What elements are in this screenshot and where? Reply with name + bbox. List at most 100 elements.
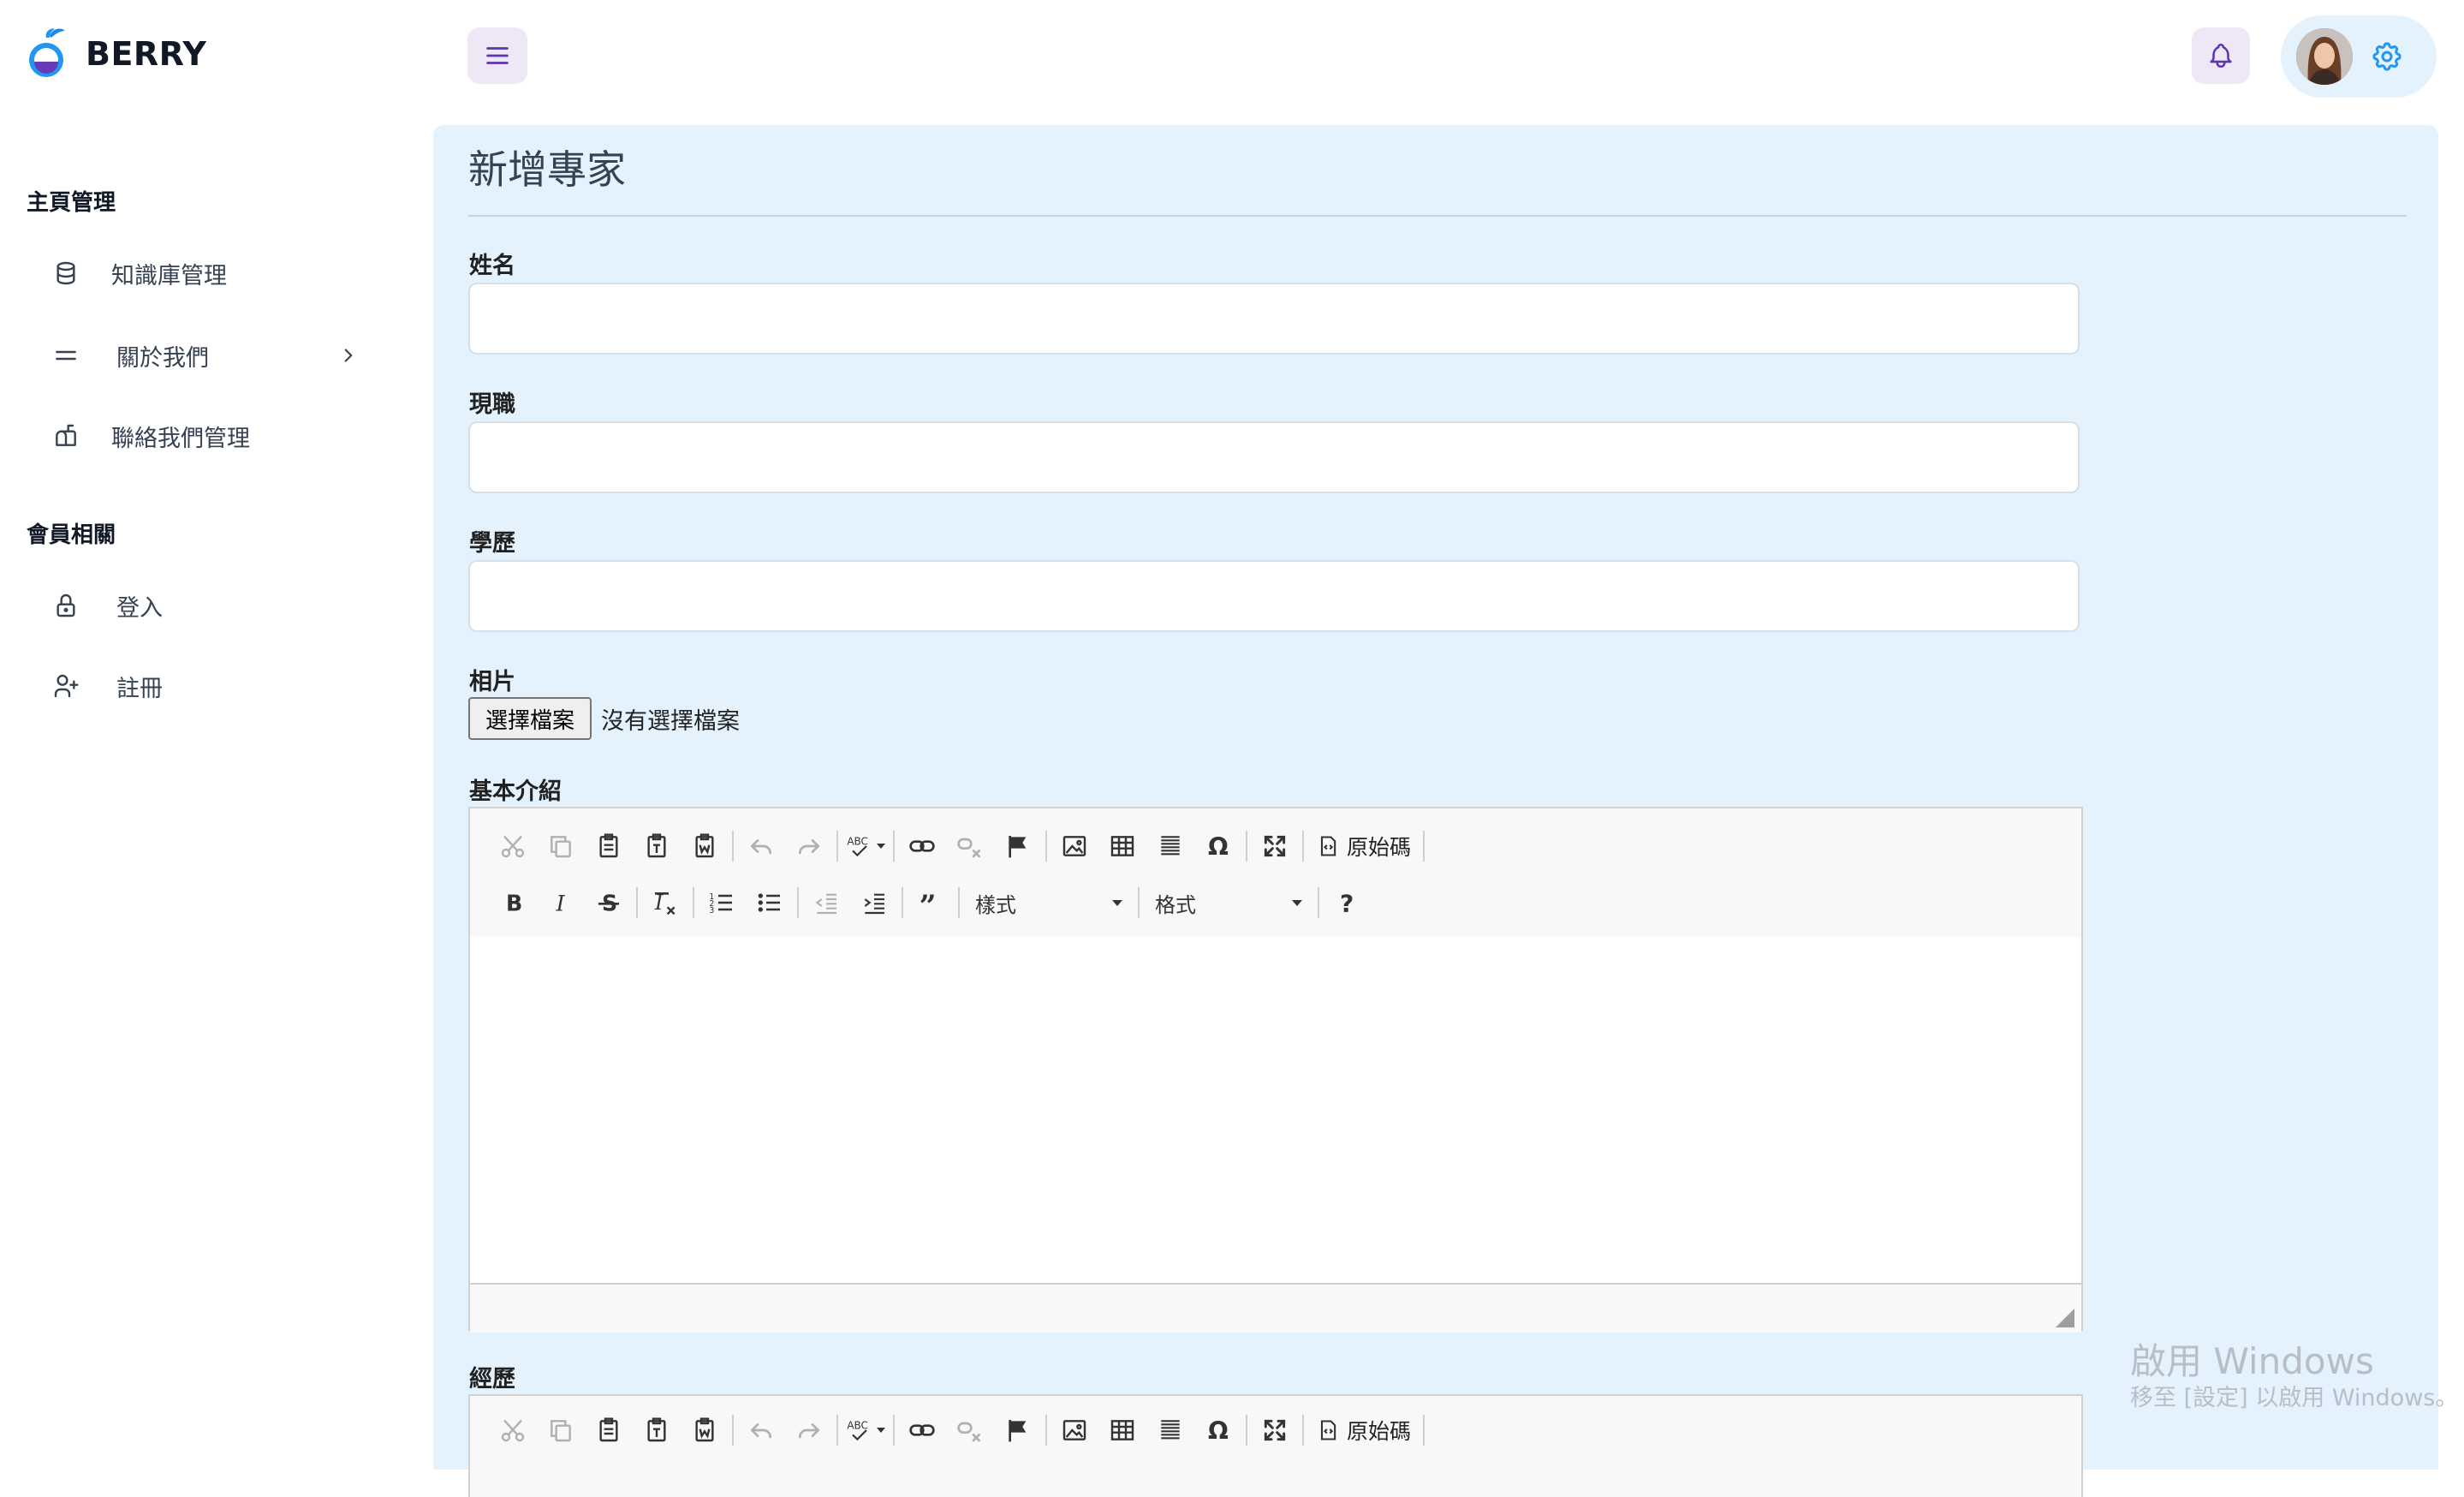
resize-handle-icon[interactable] <box>2056 1309 2074 1327</box>
dropdown-arrow-icon <box>877 844 885 849</box>
sidebar-item-about-us[interactable]: 關於我們 <box>51 325 377 385</box>
name-input[interactable] <box>468 283 2080 355</box>
horizontal-line-icon <box>1161 1420 1180 1440</box>
paste-text-button[interactable] <box>633 1406 681 1454</box>
toolbar-separator <box>1246 831 1247 862</box>
anchor-button[interactable] <box>994 1406 1042 1454</box>
redo-button[interactable] <box>785 822 833 870</box>
flag-icon <box>1009 836 1027 858</box>
page-title: 新增專家 <box>468 146 626 193</box>
unlink-icon <box>957 1422 980 1442</box>
source-button[interactable]: 原始碼 <box>1307 822 1419 870</box>
link-button[interactable] <box>898 822 946 870</box>
special-char-button[interactable]: Ω <box>1194 822 1242 870</box>
svg-text:”: ” <box>920 889 937 916</box>
outdent-icon <box>815 893 836 915</box>
anchor-button[interactable] <box>994 822 1042 870</box>
position-input[interactable] <box>468 421 2080 493</box>
spellcheck-button[interactable]: ABC <box>842 822 890 870</box>
source-button-label: 原始碼 <box>1347 1419 1412 1444</box>
paste-word-button[interactable] <box>681 1406 729 1454</box>
sidebar: BERRY 主頁管理 知識庫管理 關於我們 聯絡我們管理 會員相關 登入 註冊 <box>0 0 433 1470</box>
special-char-button[interactable]: Ω <box>1194 1406 1242 1454</box>
numbered-list-button[interactable]: 123 <box>698 879 746 927</box>
editor-toolbar: ABC Ω 原始碼 B I S I <box>470 808 2081 939</box>
spellcheck-icon: ABC <box>847 1420 868 1441</box>
paste-word-button[interactable] <box>681 822 729 870</box>
help-button[interactable]: ? <box>1323 879 1371 927</box>
copy-icon <box>551 836 571 858</box>
undo-icon <box>751 839 771 855</box>
profile-menu-button[interactable] <box>2281 15 2437 98</box>
sidebar-item-knowledge-base[interactable]: 知識庫管理 <box>51 243 377 303</box>
italic-button[interactable]: I <box>537 879 585 927</box>
image-button[interactable] <box>1050 822 1098 870</box>
image-icon <box>1062 1420 1086 1440</box>
bulleted-list-button[interactable] <box>746 879 794 927</box>
horizontal-line-button[interactable] <box>1146 1406 1194 1454</box>
source-button-label: 原始碼 <box>1347 835 1412 860</box>
table-button[interactable] <box>1098 1406 1146 1454</box>
copy-button[interactable] <box>537 822 585 870</box>
clear-format-icon: I <box>654 891 676 915</box>
sidebar-item-login[interactable]: 登入 <box>51 576 377 635</box>
horizontal-line-button[interactable] <box>1146 822 1194 870</box>
nav-group-home: 主頁管理 <box>27 190 116 216</box>
education-input[interactable] <box>468 560 2080 632</box>
avatar <box>2296 28 2353 85</box>
cut-button[interactable] <box>489 1406 537 1454</box>
format-dropdown[interactable]: 格式 <box>1143 879 1314 927</box>
maximize-button[interactable] <box>1251 1406 1299 1454</box>
table-button[interactable] <box>1098 822 1146 870</box>
sidebar-item-contact-us[interactable]: 聯絡我們管理 <box>51 406 377 466</box>
intro-editor: ABC Ω 原始碼 B I S I <box>468 807 2083 1333</box>
intro-editor-content[interactable] <box>470 937 2081 1283</box>
spellcheck-button[interactable]: ABC <box>842 1406 890 1454</box>
toolbar-separator <box>958 887 960 918</box>
indent-button[interactable] <box>850 879 898 927</box>
cut-icon <box>501 836 525 858</box>
database-icon <box>51 259 80 288</box>
activation-watermark-subtitle: 移至 [設定] 以啟用 Windows。 <box>2130 1385 2459 1411</box>
blockquote-button[interactable]: ” <box>907 879 955 927</box>
redo-button[interactable] <box>785 1406 833 1454</box>
dropdown-arrow-icon <box>1112 899 1122 906</box>
undo-button[interactable] <box>737 1406 785 1454</box>
maximize-button[interactable] <box>1251 822 1299 870</box>
toolbar-separator <box>1423 1415 1425 1446</box>
brand-logo[interactable]: BERRY <box>26 26 206 82</box>
redo-icon <box>799 1423 819 1439</box>
copy-button[interactable] <box>537 1406 585 1454</box>
link-button[interactable] <box>898 1406 946 1454</box>
paste-icon <box>599 833 618 858</box>
svg-text:Ω: Ω <box>1208 1417 1229 1444</box>
unlink-button[interactable] <box>946 822 994 870</box>
svg-text:I: I <box>556 890 566 915</box>
outdent-button[interactable] <box>802 879 850 927</box>
source-code-icon <box>1320 1420 1336 1440</box>
paste-text-button[interactable] <box>633 822 681 870</box>
strike-button[interactable]: S <box>585 879 633 927</box>
image-button[interactable] <box>1050 1406 1098 1454</box>
sidebar-item-register[interactable]: 註冊 <box>51 656 377 716</box>
toolbar-separator <box>1302 1415 1304 1446</box>
paste-button[interactable] <box>585 1406 633 1454</box>
toolbar-separator <box>636 887 638 918</box>
notifications-button[interactable] <box>2192 27 2250 84</box>
paste-word-icon <box>695 1417 714 1442</box>
bold-button[interactable]: B <box>489 879 537 927</box>
menu-lines-icon <box>51 341 80 370</box>
cut-button[interactable] <box>489 822 537 870</box>
unlink-button[interactable] <box>946 1406 994 1454</box>
undo-button[interactable] <box>737 822 785 870</box>
brand-name: BERRY <box>86 35 207 73</box>
choose-file-button[interactable]: 選擇檔案 <box>468 697 592 740</box>
nav-group-members: 會員相關 <box>27 522 116 548</box>
sidebar-toggle-button[interactable] <box>467 27 527 84</box>
paste-button[interactable] <box>585 822 633 870</box>
remove-format-button[interactable]: I <box>641 879 689 927</box>
source-button[interactable]: 原始碼 <box>1307 1406 1419 1454</box>
toolbar-separator <box>836 831 838 862</box>
styles-dropdown[interactable]: 樣式 <box>963 879 1134 927</box>
toolbar-row-1: ABC Ω 原始碼 <box>489 822 1428 870</box>
